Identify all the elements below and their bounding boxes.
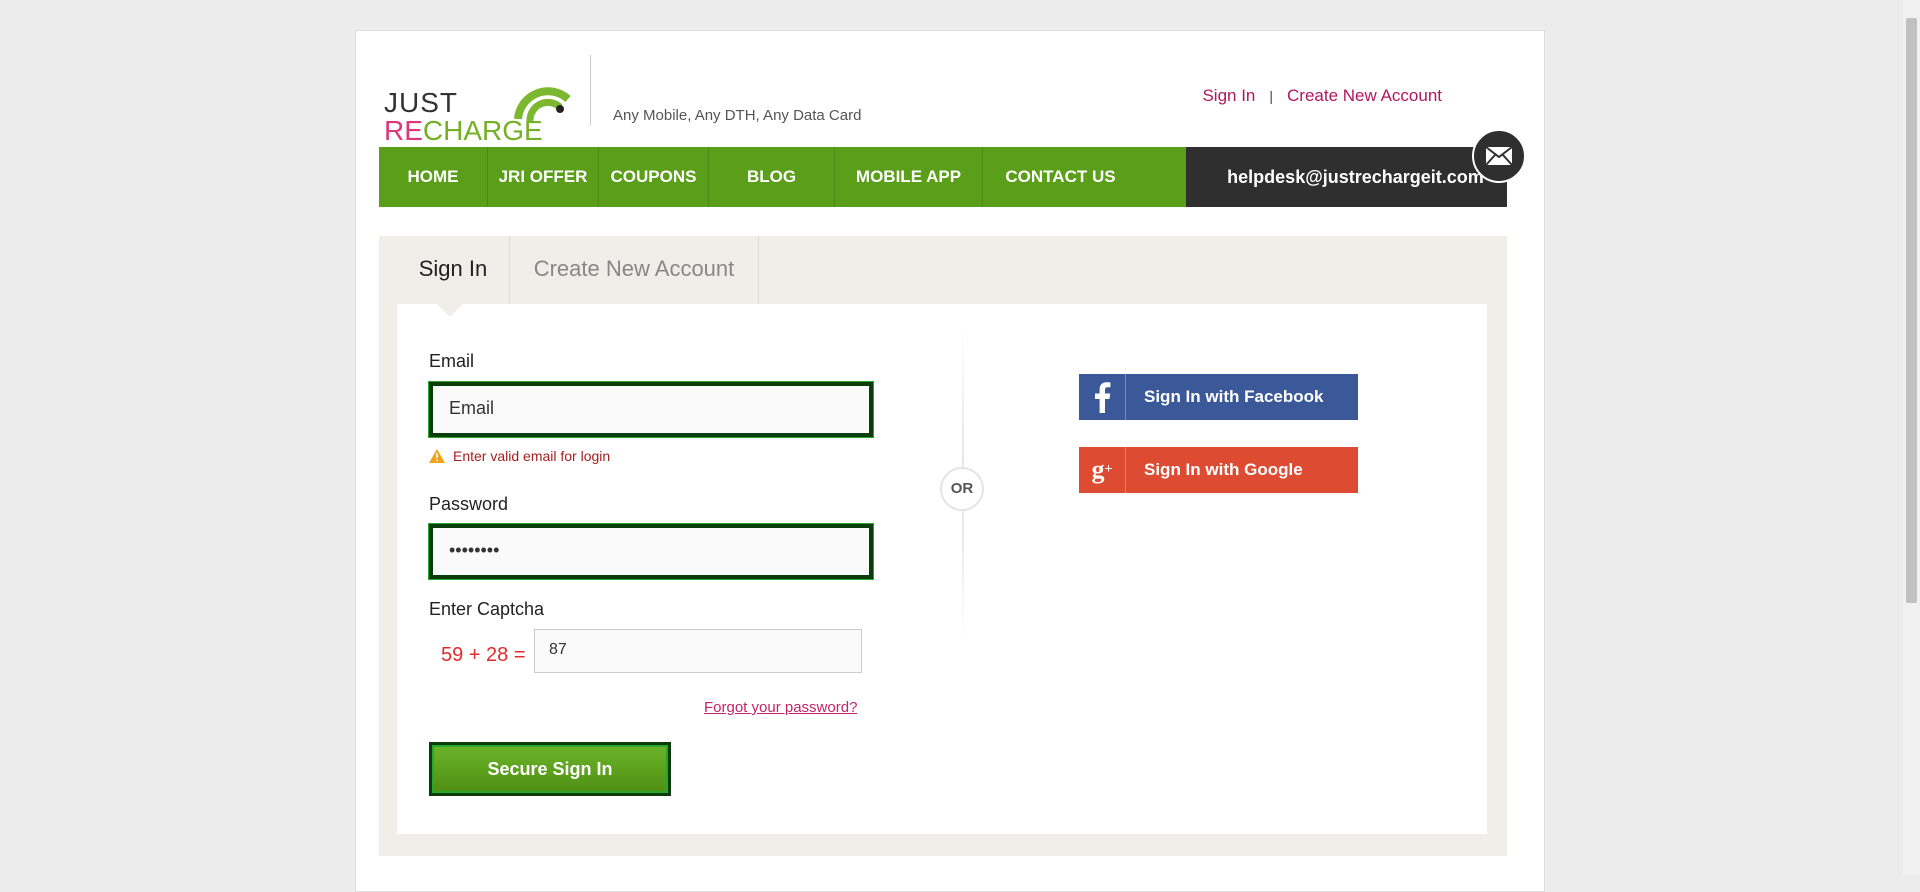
nav-mobile-app[interactable]: MOBILE APP [835,147,983,207]
nav-menu: HOME JRI OFFER COUPONS BLOG MOBILE APP C… [379,147,1186,207]
header-divider [590,55,591,125]
captcha-input[interactable]: 87 [534,629,862,673]
tab-signin[interactable]: Sign In [397,236,510,304]
tab-create-account[interactable]: Create New Account [510,236,759,304]
google-plus-icon: g + [1079,447,1126,493]
google-signin-button[interactable]: g + Sign In with Google [1079,447,1358,493]
nav-blog[interactable]: BLOG [709,147,835,207]
nav-coupons[interactable]: COUPONS [599,147,709,207]
facebook-signin-label: Sign In with Facebook [1144,387,1324,406]
google-signin-label: Sign In with Google [1144,460,1303,479]
email-input[interactable]: Email [429,382,873,437]
nav-jri-offer[interactable]: JRI OFFER [488,147,599,207]
warning-icon [429,449,445,463]
scrollbar-thumb[interactable] [1906,18,1917,603]
captcha-question: 59 + 28 = [441,644,526,666]
nav-home[interactable]: HOME [379,147,488,207]
page-container: JUST RECHARGE IT Any Mobile, Any DTH, An… [355,30,1545,892]
site-logo[interactable]: JUST RECHARGE IT [384,49,574,178]
email-label: Email [429,351,475,371]
email-error: Enter valid email for login [429,448,610,464]
facebook-icon [1079,374,1126,420]
password-label: Password [429,494,509,514]
top-signin-link[interactable]: Sign In [1202,86,1255,105]
page-scrollbar[interactable] [1903,0,1920,875]
signin-card: Email Email Enter valid email for login … [397,304,1487,834]
password-input[interactable]: •••••••• [429,524,873,579]
main-nav: HOME JRI OFFER COUPONS BLOG MOBILE APP C… [379,147,1507,207]
helpdesk-email[interactable]: helpdesk@justrechargeit.com [1186,147,1507,207]
forgot-password-link[interactable]: Forgot your password? [704,699,857,716]
nav-contact-us[interactable]: CONTACT US [983,147,1138,207]
secure-signin-button[interactable]: Secure Sign In [429,742,671,796]
logo-re: RE [384,115,423,146]
tagline: Any Mobile, Any DTH, Any Data Card [613,107,862,124]
active-tab-pointer [437,304,463,317]
link-separator: | [1269,88,1274,104]
captcha-label: Enter Captcha [429,599,545,619]
top-create-account-link[interactable]: Create New Account [1287,86,1442,105]
top-links: Sign In | Create New Account [1202,86,1442,106]
mail-icon[interactable] [1472,129,1526,183]
auth-panel: Sign In Create New Account Email Email E… [379,236,1507,856]
email-error-text: Enter valid email for login [453,448,611,464]
facebook-signin-button[interactable]: Sign In with Facebook [1079,374,1358,420]
or-badge: OR [940,467,984,511]
signal-icon [514,87,571,122]
